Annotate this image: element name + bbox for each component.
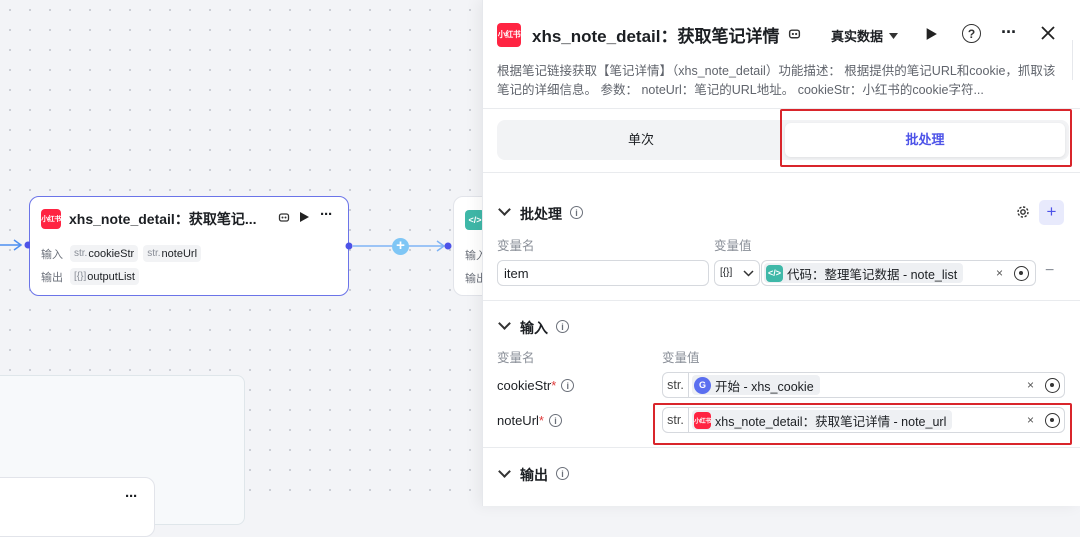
output-info-icon: i xyxy=(556,467,569,480)
input-info-icon: i xyxy=(556,320,569,333)
bottom-node[interactable]: ··· xyxy=(0,477,155,537)
add-batch-variable-button[interactable]: + xyxy=(1039,200,1064,225)
caret-down-icon xyxy=(889,32,899,39)
output-tag-outputlist: [{}] outputList xyxy=(70,268,139,285)
settings-icon[interactable] xyxy=(1016,205,1030,219)
xhs-logo-icon: 小红书 xyxy=(41,209,61,229)
panel-title: xhs_note_detail：获取笔记详情 xyxy=(532,27,780,46)
output-label: 输出 xyxy=(41,271,63,284)
bottom-node-more-icon[interactable]: ··· xyxy=(125,488,138,505)
close-icon[interactable] xyxy=(1041,26,1055,40)
variable-picker-icon[interactable] xyxy=(1014,266,1029,281)
batch-variable-value-field[interactable]: </> 代码：整理笔记数据 - note_list × xyxy=(761,260,1036,286)
add-node-button[interactable]: + xyxy=(392,238,409,255)
panel-xhs-logo-icon: 小红书 xyxy=(497,22,521,47)
input-row-noteurl-label: noteUrl * i xyxy=(497,413,562,428)
start-node-icon: G xyxy=(694,376,711,394)
batch-col-name: 变量名 xyxy=(497,239,535,253)
remove-batch-variable-icon[interactable]: − xyxy=(1045,262,1054,280)
info-icon: i xyxy=(548,414,562,427)
code-icon: </> xyxy=(766,264,783,282)
more-icon[interactable]: ··· xyxy=(1001,22,1017,43)
incoming-edge xyxy=(0,239,30,251)
clear-icon[interactable]: × xyxy=(996,266,1003,280)
node-xhs-note-detail[interactable]: 小红书 xhs_note_detail：获取笔记... ··· 输入 str. c… xyxy=(29,196,349,296)
batch-section-title: 批处理 xyxy=(520,206,562,222)
input-label: 输入 xyxy=(41,248,63,261)
highlight-box-batch-tab xyxy=(780,109,1072,167)
collapse-input-icon[interactable] xyxy=(498,317,511,330)
debug-icon[interactable] xyxy=(277,211,291,225)
input-row-cookiestr-label: cookieStr * i xyxy=(497,378,575,393)
clear-icon[interactable]: × xyxy=(1027,378,1034,392)
batch-ref-text: 代码：整理笔记数据 - note_list xyxy=(787,267,958,282)
right-edge-strip xyxy=(1072,40,1080,80)
output-section-title: 输出 xyxy=(520,467,548,483)
info-icon: i xyxy=(561,379,575,392)
help-icon[interactable]: ? xyxy=(962,24,981,43)
input-section-title: 输入 xyxy=(520,320,548,336)
batch-col-value: 变量值 xyxy=(714,239,752,253)
batch-info-icon: i xyxy=(570,206,583,219)
data-mode-select[interactable]: 真实数据 xyxy=(831,26,899,45)
chevron-down-icon xyxy=(743,270,754,277)
batch-type-select[interactable]: [{}] xyxy=(714,260,760,286)
highlight-box-noteurl xyxy=(653,403,1072,445)
cookiestr-ref-text: 开始 - xhs_cookie xyxy=(715,379,814,394)
batch-variable-name-input[interactable]: item xyxy=(497,260,709,286)
collapse-output-icon[interactable] xyxy=(498,465,511,478)
input-col-value: 变量值 xyxy=(662,351,700,365)
run-icon[interactable] xyxy=(298,211,310,223)
input-col-name: 变量名 xyxy=(497,351,535,365)
divider xyxy=(483,172,1080,173)
variable-picker-icon[interactable] xyxy=(1045,378,1060,393)
debug-icon[interactable] xyxy=(788,28,801,41)
tab-single[interactable]: 单次 xyxy=(501,123,781,157)
divider xyxy=(483,300,1080,301)
input-tag-cookiestr: str. cookieStr xyxy=(70,245,139,262)
input-cookiestr-value-field[interactable]: str. G 开始 - xhs_cookie × xyxy=(662,372,1065,398)
panel-description: 根据笔记链接获取【笔记详情】（xhs_note_detail）功能描述： 根据提… xyxy=(497,64,1056,97)
node-config-panel: 小红书 xhs_note_detail：获取笔记详情 真实数据 ? ··· 根据… xyxy=(482,0,1080,506)
input-tag-noteurl: str. noteUrl xyxy=(143,245,202,262)
collapse-batch-icon[interactable] xyxy=(498,203,511,216)
more-icon[interactable]: ··· xyxy=(320,206,333,223)
run-icon[interactable] xyxy=(925,27,938,41)
node-title: xhs_note_detail：获取笔记... xyxy=(69,211,257,227)
divider xyxy=(483,447,1080,448)
